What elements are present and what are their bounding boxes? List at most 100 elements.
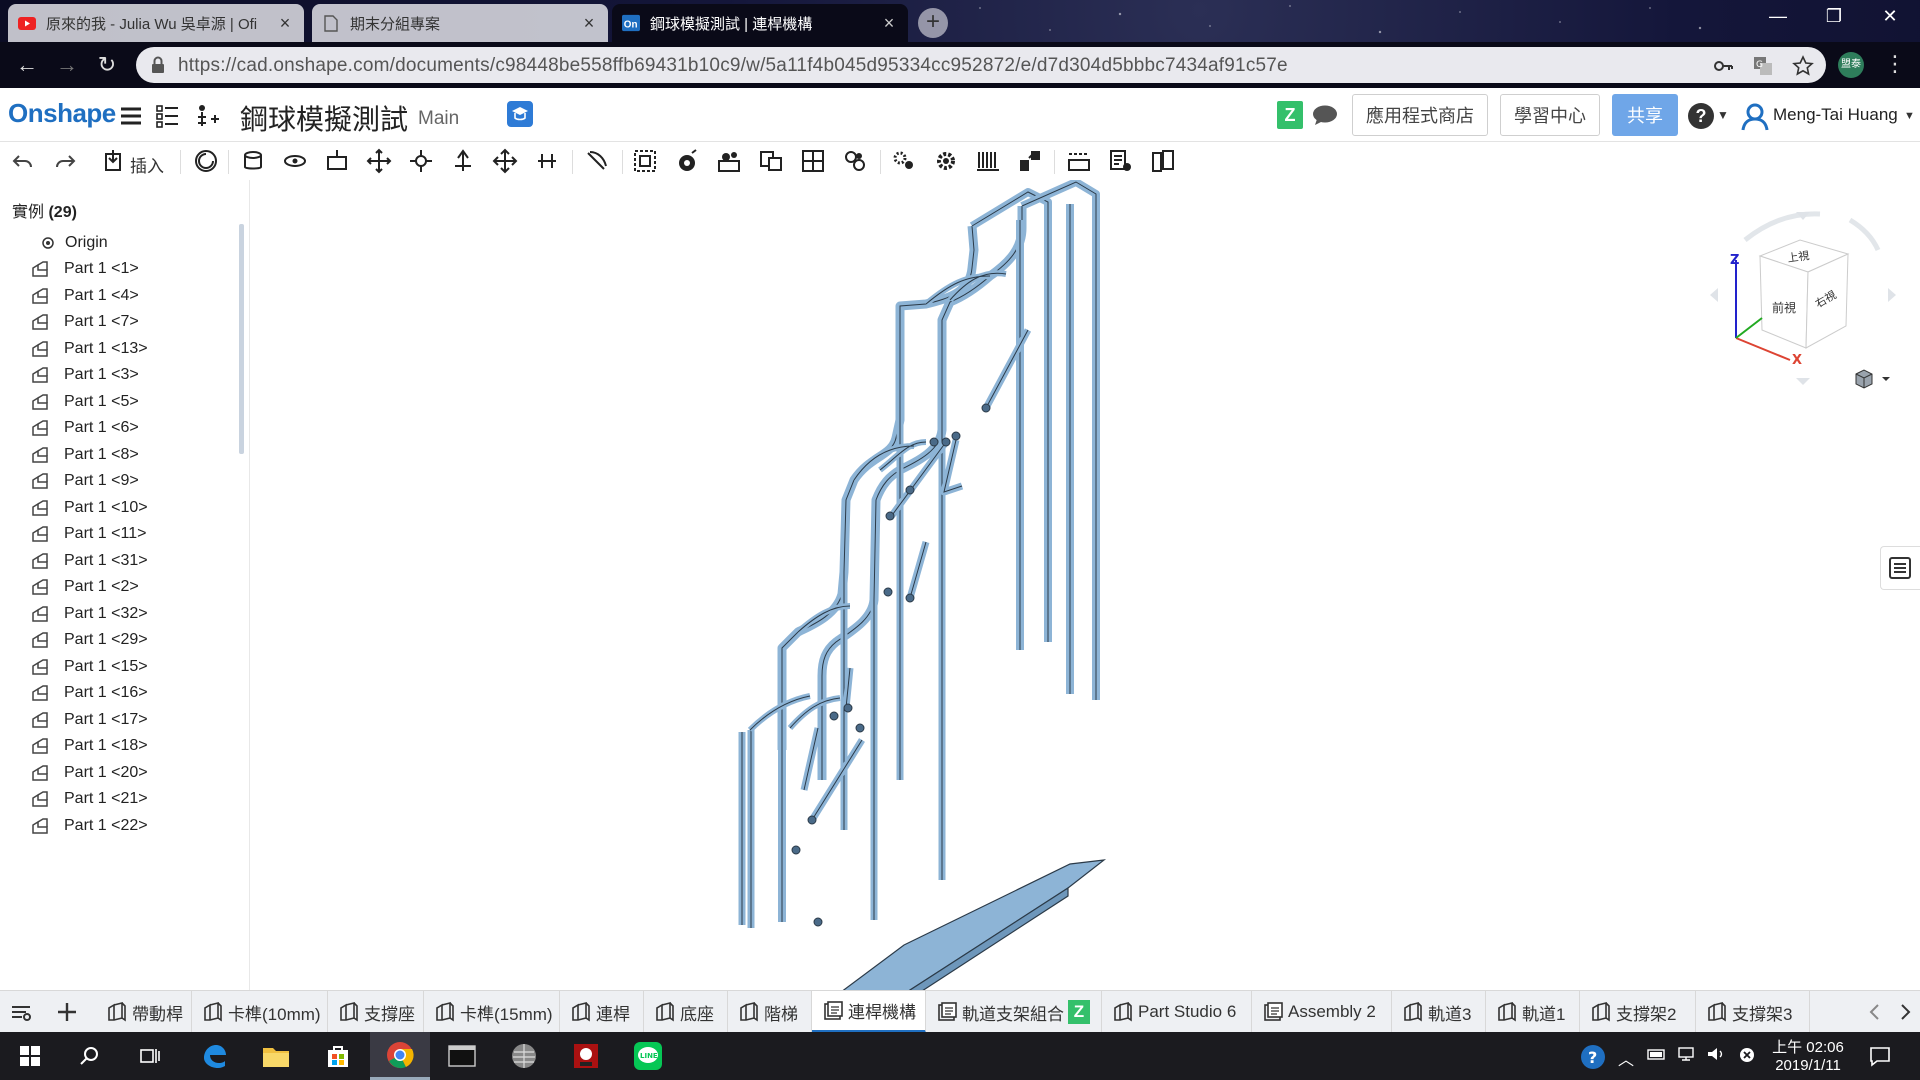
element-tab-part-studio[interactable]: 軌道3 xyxy=(1392,991,1486,1033)
instance-list-item[interactable]: Part 1 <8> xyxy=(30,442,230,468)
orbit-left-icon[interactable] xyxy=(1710,288,1718,302)
help-tray-icon[interactable]: ? xyxy=(1580,1044,1608,1075)
element-tab-part-studio[interactable]: 軌道1 xyxy=(1486,991,1580,1033)
tangent-mate-icon[interactable] xyxy=(584,148,610,174)
app-globe-icon[interactable] xyxy=(494,1032,554,1080)
element-tab-part-studio[interactable]: 支撐座 xyxy=(328,991,424,1033)
restore-icon[interactable]: ❐ xyxy=(1806,0,1862,32)
user-avatar-icon[interactable] xyxy=(1740,101,1770,136)
element-tab-part-studio[interactable]: 卡榫(15mm) xyxy=(424,991,560,1033)
microsoft-store-icon[interactable] xyxy=(308,1032,368,1080)
mate-connector-icon[interactable] xyxy=(674,148,700,174)
named-positions-icon[interactable] xyxy=(1150,148,1176,174)
element-tab-part-studio[interactable]: 支撐架2 xyxy=(1580,991,1696,1033)
file-explorer-icon[interactable] xyxy=(246,1032,306,1080)
revolute-mate-icon[interactable] xyxy=(282,148,308,174)
learning-center-button[interactable]: 學習中心 xyxy=(1500,94,1600,136)
slider-mate-icon[interactable] xyxy=(324,148,350,174)
element-tab-assembly[interactable]: 軌道支架組合 Z xyxy=(926,991,1102,1033)
pivot-pin[interactable] xyxy=(807,815,817,825)
planar-mate-icon[interactable] xyxy=(366,148,392,174)
pivot-pin[interactable] xyxy=(929,437,939,447)
animate-icon[interactable] xyxy=(891,148,917,174)
instance-list-item[interactable]: Part 1 <31> xyxy=(30,548,230,574)
instance-list-item[interactable]: Part 1 <29> xyxy=(30,627,230,653)
scroll-tabs-right-icon[interactable] xyxy=(1892,999,1918,1025)
instance-list-item[interactable]: Part 1 <7> xyxy=(30,309,230,335)
instance-list-item[interactable]: Part 1 <3> xyxy=(30,362,230,388)
bookmark-star-icon[interactable] xyxy=(1792,55,1814,77)
insert-button[interactable]: 插入 xyxy=(130,152,164,177)
element-tab-part-studio[interactable]: 階梯 xyxy=(728,991,812,1033)
taskbar-time[interactable]: 上午 02:06 xyxy=(1772,1036,1844,1057)
graphics-viewport[interactable] xyxy=(250,180,1920,990)
pivot-pin[interactable] xyxy=(905,485,915,495)
pivot-pin[interactable] xyxy=(941,437,951,447)
redo-icon[interactable] xyxy=(52,148,78,174)
instance-list-item[interactable]: Part 1 <11> xyxy=(30,521,230,547)
add-element-icon[interactable] xyxy=(54,999,80,1025)
chrome-icon[interactable] xyxy=(370,1032,430,1080)
screw-relation-icon[interactable] xyxy=(800,148,826,174)
instance-list-item[interactable]: Part 1 <17> xyxy=(30,707,230,733)
learning-badge-icon[interactable] xyxy=(507,101,533,127)
scroll-tabs-left-icon[interactable] xyxy=(1862,999,1888,1025)
help-icon[interactable]: ? xyxy=(1688,103,1714,129)
parallel-mate-icon[interactable] xyxy=(534,148,560,174)
document-title[interactable]: 鋼球模擬測試 xyxy=(240,98,408,138)
pivot-pin[interactable] xyxy=(885,511,895,521)
section-view-icon[interactable] xyxy=(1066,148,1092,174)
reload-icon[interactable]: ↻ xyxy=(92,50,122,80)
properties-panel-icon[interactable] xyxy=(1880,546,1920,590)
edge-browser-icon[interactable] xyxy=(184,1032,244,1080)
line-app-icon[interactable]: LINE xyxy=(618,1032,678,1080)
element-tab-assembly[interactable]: Assembly 2 xyxy=(1252,991,1392,1033)
app-store-button[interactable]: 應用程式商店 xyxy=(1352,94,1488,136)
assembly-3d-model[interactable] xyxy=(250,180,1920,990)
user-menu-chevron-icon[interactable]: ▼ xyxy=(1904,110,1915,122)
network-icon[interactable] xyxy=(1676,1046,1696,1067)
measure-icon[interactable] xyxy=(1017,148,1043,174)
rack-icon[interactable] xyxy=(975,148,1001,174)
feature-list-icon[interactable] xyxy=(155,103,181,129)
browser-tab-onshape[interactable]: On 鋼球模擬測試 | 連桿機構 × xyxy=(612,4,908,42)
close-tab-icon[interactable]: × xyxy=(580,14,598,32)
forward-icon[interactable]: → xyxy=(52,50,82,80)
pivot-pin[interactable] xyxy=(883,587,893,597)
tray-expand-chevron-icon[interactable]: ︿ xyxy=(1618,1046,1634,1070)
element-tab-part-studio[interactable]: 卡榫(10mm) xyxy=(192,991,328,1033)
instance-list-item[interactable]: Part 1 <13> xyxy=(30,336,230,362)
pin-slot-mate-icon[interactable] xyxy=(450,148,476,174)
left-post-back[interactable] xyxy=(738,730,755,928)
instance-list-item[interactable]: Part 1 <22> xyxy=(30,813,230,839)
instance-list-header[interactable]: 實例 (29) xyxy=(12,198,77,222)
key-icon[interactable] xyxy=(1712,55,1734,77)
taskbar-date[interactable]: 2019/1/11 xyxy=(1768,1057,1848,1074)
instance-list-item[interactable]: Part 1 <9> xyxy=(30,468,230,494)
task-view-icon[interactable] xyxy=(120,1032,180,1080)
new-tab-button[interactable]: + xyxy=(918,8,948,38)
group-icon[interactable] xyxy=(632,148,658,174)
browser-menu-icon[interactable]: ⋮ xyxy=(1884,50,1906,78)
terminal-icon[interactable] xyxy=(432,1032,492,1080)
profile-avatar[interactable]: 盟泰 xyxy=(1838,52,1864,78)
pivot-pin[interactable] xyxy=(791,845,801,855)
branch-label[interactable]: Main xyxy=(418,108,459,130)
view-front-label[interactable]: 前視 xyxy=(1772,300,1796,315)
translate-icon[interactable]: G xyxy=(1752,55,1774,77)
lower-link-arms[interactable] xyxy=(800,667,865,822)
pivot-pin[interactable] xyxy=(981,403,991,413)
element-tab-assembly[interactable]: 連桿機構 xyxy=(812,991,926,1033)
z-app-badge[interactable]: Z xyxy=(1277,101,1303,129)
close-window-icon[interactable]: ✕ xyxy=(1862,0,1918,32)
onshape-logo[interactable]: Onshape xyxy=(8,98,116,129)
volume-icon[interactable] xyxy=(1706,1046,1726,1067)
insert-icon[interactable] xyxy=(102,148,128,174)
close-tab-icon[interactable]: × xyxy=(276,14,294,32)
orbit-right-icon[interactable] xyxy=(1888,288,1896,302)
instance-list-scrollbar[interactable] xyxy=(239,224,244,454)
origin-item[interactable]: Origin xyxy=(41,230,108,256)
instance-list-item[interactable]: Part 1 <16> xyxy=(30,680,230,706)
instance-list-item[interactable]: Part 1 <10> xyxy=(30,495,230,521)
pivot-pin[interactable] xyxy=(905,593,915,603)
